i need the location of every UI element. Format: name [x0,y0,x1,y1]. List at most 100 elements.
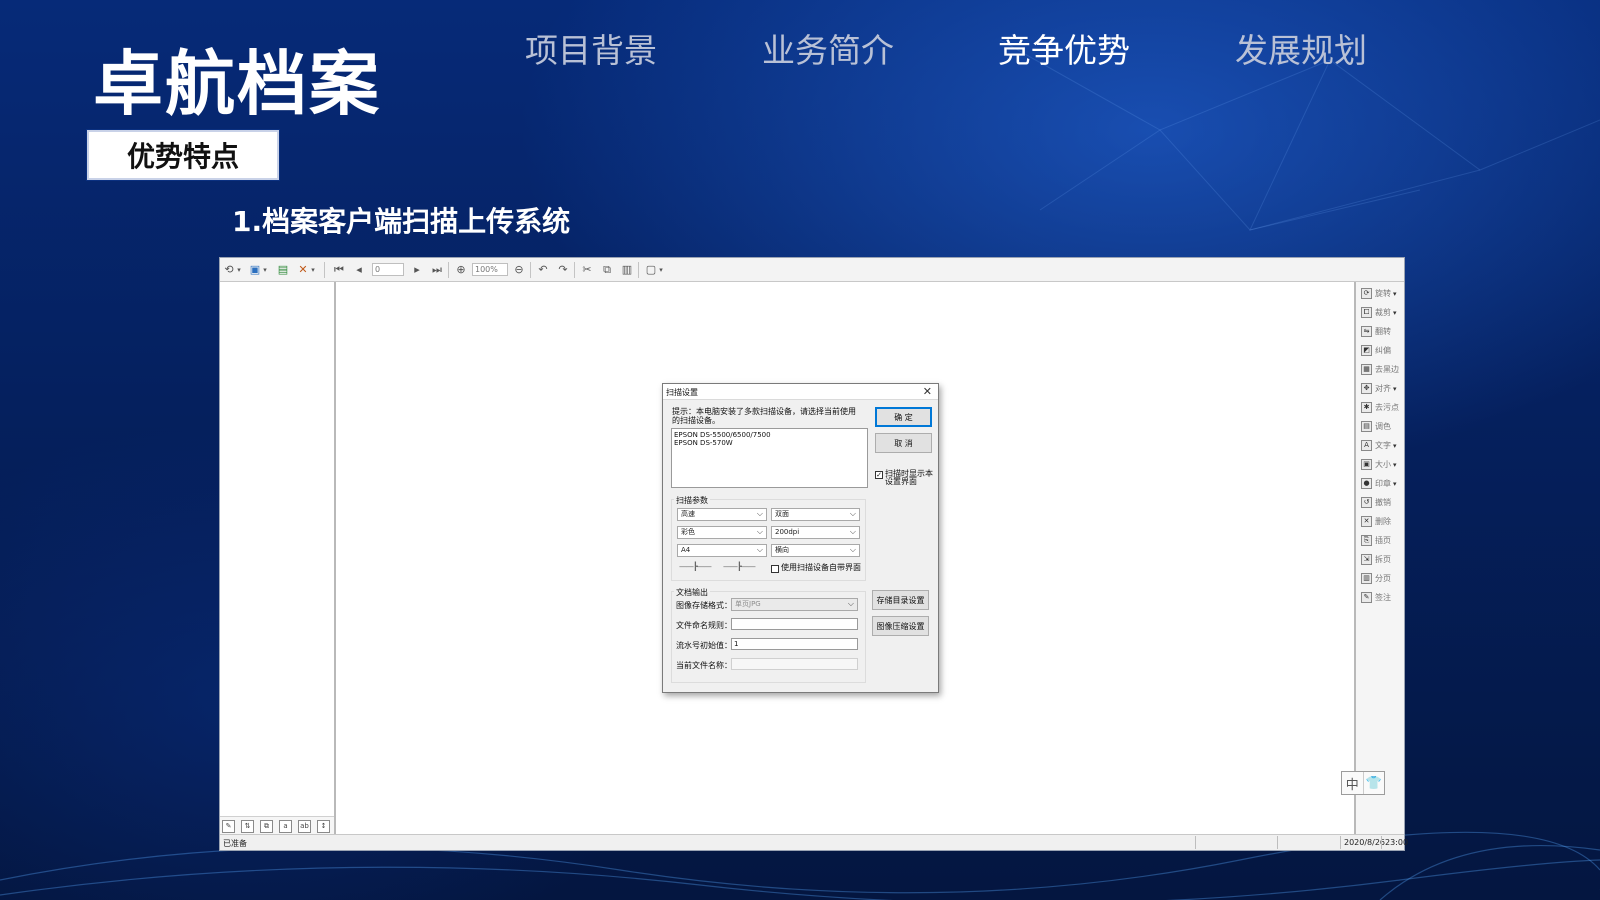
status-time: 23:00 [1385,838,1409,847]
tool-color[interactable]: ▤ 调色 [1361,419,1391,434]
cut-icon[interactable]: ✂ [580,262,594,277]
ok-button[interactable]: 确 定 [875,407,932,427]
tools-icon[interactable]: ✕ [296,262,310,277]
prev-page-icon[interactable]: ◂ [352,262,366,277]
color-mode-select[interactable]: 彩色 [677,526,767,539]
page-setup-dropdown-icon[interactable]: ▾ [658,262,664,277]
tool-crop[interactable]: ⧠ 裁剪 ▾ [1361,305,1397,320]
tool-resize[interactable]: ▣ 大小 ▾ [1361,457,1397,472]
thumb-duplicate-icon[interactable]: ⧉ [260,820,273,833]
slide-subtitle: 1.档案客户端扫描上传系统 [232,205,571,238]
tool-stamp[interactable]: ● 印章 ▾ [1361,476,1397,491]
thumb-move-icon[interactable]: ⇅ [241,820,254,833]
crop-icon: ⧠ [1361,307,1372,318]
zoom-field[interactable]: 100% [472,263,508,276]
status-bar: 已准备 2020/8/26 23:00 [220,834,1408,850]
zoom-in-icon[interactable]: ⊕ [454,262,468,277]
tool-undo[interactable]: ↺ 撤销 [1361,495,1391,510]
undo-icon: ↺ [1361,497,1372,508]
page-number-field[interactable]: 0 [372,263,404,276]
tool-label: 插页 [1375,536,1391,545]
upload-icon[interactable]: ▤ [276,262,290,277]
nav-item-business-intro[interactable]: 业务简介 [762,24,894,72]
chevron-down-icon[interactable]: ▾ [1393,309,1397,317]
status-divider [1340,836,1341,849]
show-settings-checkbox[interactable]: ✓ [875,471,883,479]
chevron-down-icon[interactable]: ▾ [1393,480,1397,488]
thumb-sort-icon[interactable]: ↕ [317,820,330,833]
tool-annotate[interactable]: ✎ 签注 [1361,590,1391,605]
redo-icon[interactable]: ↷ [556,262,570,277]
ime-skin-icon[interactable]: 👕 [1364,772,1385,794]
tool-paginate[interactable]: ▥ 分页 [1361,571,1391,586]
copy-icon[interactable]: ⧉ [600,262,614,277]
contrast-slider[interactable]: ——┣—— [723,562,763,572]
tools-dropdown-icon[interactable]: ▾ [310,262,316,277]
use-device-ui-checkbox[interactable] [771,565,779,573]
dialog-title-bar[interactable]: 扫描设置 ✕ [663,384,938,400]
ime-mode-label[interactable]: 中 [1342,772,1364,794]
tool-delete[interactable]: ✕ 删除 [1361,514,1391,529]
scan-dropdown-icon[interactable]: ▾ [236,262,242,277]
tool-split-page[interactable]: ⇲ 拆页 [1361,552,1391,567]
status-divider [1277,836,1278,849]
paper-size-select[interactable]: A4 [677,544,767,557]
nav-item-competitive-advantage[interactable]: 竞争优势 [998,24,1130,72]
chevron-down-icon[interactable]: ▾ [1393,290,1397,298]
despeckle-icon: ✱ [1361,402,1372,413]
device-list[interactable]: EPSON DS-5500/6500/7500 EPSON DS-570W [671,428,868,488]
brightness-slider[interactable]: ——┣—— [679,562,719,572]
chevron-down-icon[interactable]: ▾ [1393,442,1397,450]
chevron-down-icon[interactable]: ▾ [1393,461,1397,469]
tool-deskew[interactable]: ◩ 纠偏 [1361,343,1391,358]
tool-flip[interactable]: ⇋ 翻转 [1361,324,1391,339]
scan-app-window: ⟲ ▾ ▣ ▾ ▤ ✕ ▾ ⏮ ◂ 0 ▸ ⏭ ⊕ 100% ⊖ ↶ ↷ ✂ ⧉… [219,257,1408,851]
format-select[interactable]: 单页JPG [731,598,858,611]
tool-despeckle[interactable]: ✱ 去污点 [1361,400,1399,415]
orientation-select[interactable]: 横向 [771,544,860,557]
thumb-edit-icon[interactable]: ✎ [222,820,235,833]
nav-item-development-plan[interactable]: 发展规划 [1235,24,1367,72]
chevron-down-icon[interactable]: ▾ [1393,385,1397,393]
tool-align[interactable]: ✥ 对齐 ▾ [1361,381,1397,396]
ime-indicator[interactable]: 中 👕 [1341,771,1385,795]
first-page-icon[interactable]: ⏮ [332,262,346,277]
tool-rotate[interactable]: ⟳ 旋转 ▾ [1361,286,1397,301]
serial-start-input[interactable]: 1 [731,638,858,650]
tool-border-remove[interactable]: ▦ 去黑边 [1361,362,1399,377]
show-settings-option[interactable]: ✓ 扫描时显示本设置界面 [875,470,935,486]
speed-select[interactable]: 高速 [677,508,767,521]
status-divider [1381,836,1382,849]
device-list-item[interactable]: EPSON DS-5500/6500/7500 [674,431,865,439]
tool-label: 裁剪 [1375,308,1391,317]
close-icon[interactable]: ✕ [923,385,932,398]
device-hint-text: 提示：本电脑安装了多款扫描设备，请选择当前使用的扫描设备。 [672,407,856,425]
import-icon[interactable]: ▣ [248,262,262,277]
tool-insert-page[interactable]: ⎘ 插页 [1361,533,1391,548]
storage-dir-button[interactable]: 存储目录设置 [872,590,929,610]
use-device-ui-label: 使用扫描设备自带界面 [781,563,861,572]
tool-label: 撤销 [1375,498,1391,507]
naming-rule-input[interactable] [731,618,858,630]
status-text: 已准备 [223,839,247,848]
thumbnail-pane[interactable]: ✎ ⇅ ⧉ a ab ↕ [220,282,336,836]
resolution-select[interactable]: 200dpi [771,526,860,539]
scan-settings-dialog: 扫描设置 ✕ 提示：本电脑安装了多款扫描设备，请选择当前使用的扫描设备。 EPS… [662,383,939,693]
import-dropdown-icon[interactable]: ▾ [262,262,268,277]
last-page-icon[interactable]: ⏭ [430,262,444,277]
page-setup-icon[interactable]: ▢ [644,262,658,277]
thumb-single-view-icon[interactable]: a [279,820,292,833]
use-device-ui-option[interactable]: 使用扫描设备自带界面 [771,564,866,573]
next-page-icon[interactable]: ▸ [410,262,424,277]
device-list-item[interactable]: EPSON DS-570W [674,439,865,447]
paste-icon[interactable]: ▥ [620,262,634,277]
scan-icon[interactable]: ⟲ [222,262,236,277]
duplex-select[interactable]: 双面 [771,508,860,521]
nav-item-project-background[interactable]: 项目背景 [525,24,657,72]
zoom-out-icon[interactable]: ⊖ [512,262,526,277]
tool-text[interactable]: A 文字 ▾ [1361,438,1397,453]
thumb-text-icon[interactable]: ab [298,820,311,833]
cancel-button[interactable]: 取 消 [875,433,932,453]
undo-icon[interactable]: ↶ [536,262,550,277]
compression-button[interactable]: 图像压缩设置 [872,616,929,636]
